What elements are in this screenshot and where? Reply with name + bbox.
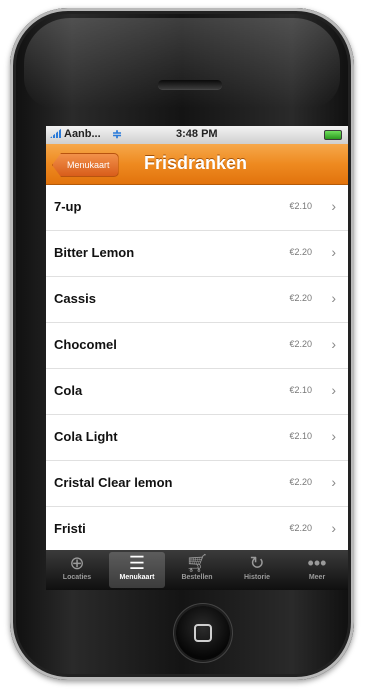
tab-meer[interactable]: ••• Meer: [289, 552, 345, 588]
item-name: Cristal Clear lemon: [54, 475, 173, 490]
item-price: €2.10: [289, 385, 312, 395]
item-name: Chocomel: [54, 337, 117, 352]
battery-icon: [324, 130, 342, 140]
wifi-icon: ≑: [112, 127, 123, 141]
item-name: Cola: [54, 383, 83, 398]
item-name: Cassis: [54, 291, 96, 306]
item-price: €2.10: [289, 201, 312, 211]
speaker-slot: [158, 80, 222, 89]
list-item[interactable]: Bitter Lemon €2.20 ›: [46, 231, 348, 277]
page-title: Frisdranken: [144, 153, 248, 173]
item-name: 7-up: [54, 199, 82, 214]
item-name: Fristi: [54, 521, 86, 536]
item-price: €2.20: [289, 247, 312, 257]
list-item[interactable]: Chocomel €2.20 ›: [46, 323, 348, 369]
glass-glare: [24, 18, 340, 108]
item-price: €2.20: [289, 339, 312, 349]
navigation-bar: Menukaart Frisdranken: [46, 144, 348, 185]
chevron-right-icon: ›: [331, 382, 336, 398]
chevron-right-icon: ›: [331, 428, 336, 444]
tab-menukaart[interactable]: ☰ Menukaart: [109, 552, 165, 588]
item-price: €2.20: [289, 523, 312, 533]
history-icon: ↻: [249, 553, 265, 573]
list-item[interactable]: Cola Light €2.10 ›: [46, 415, 348, 461]
chevron-right-icon: ›: [331, 474, 336, 490]
chevron-right-icon: ›: [331, 290, 336, 306]
more-icon: •••: [307, 553, 327, 573]
item-price: €2.20: [289, 293, 312, 303]
chevron-right-icon: ›: [331, 336, 336, 352]
status-bar: Aanb... ≑ 3:48 PM: [46, 126, 348, 144]
back-button[interactable]: Menukaart: [52, 153, 119, 177]
tab-bestellen[interactable]: 🛒︎ Bestellen: [169, 552, 225, 588]
drink-list: 7-up €2.10 › Bitter Lemon €2.20 › Cassis €2.2…: [46, 185, 348, 553]
item-name: Bitter Lemon: [54, 245, 135, 260]
list-item[interactable]: Cassis €2.20 ›: [46, 277, 348, 323]
list-item[interactable]: Fristi €2.20 ›: [46, 507, 348, 553]
chevron-right-icon: ›: [331, 244, 336, 260]
item-name: Cola Light: [54, 429, 118, 444]
home-square-icon: [194, 624, 212, 642]
item-price: €2.20: [289, 477, 312, 487]
tab-bar: ⊕ Locaties ☰ Menukaart 🛒︎ Bestellen ↻ Histor…: [46, 550, 348, 590]
signal-icon: [50, 128, 62, 138]
home-button[interactable]: [176, 606, 230, 660]
cart-icon: 🛒︎: [185, 553, 209, 573]
screen: Aanb... ≑ 3:48 PM Menukaart Frisdranken …: [46, 126, 348, 590]
list-item[interactable]: 7-up €2.10 ›: [46, 185, 348, 231]
carrier: Aanb...: [50, 128, 101, 140]
item-price: €2.10: [289, 431, 312, 441]
tab-historie[interactable]: ↻ Historie: [229, 552, 285, 588]
list-item[interactable]: Cola €2.10 ›: [46, 369, 348, 415]
menu-icon: ☰: [128, 553, 146, 573]
target-icon: ⊕: [69, 553, 85, 573]
clock: 3:48 PM: [176, 128, 218, 140]
list-item[interactable]: Cristal Clear lemon €2.20 ›: [46, 461, 348, 507]
chevron-right-icon: ›: [331, 520, 336, 536]
chevron-right-icon: ›: [331, 198, 336, 214]
tab-locaties[interactable]: ⊕ Locaties: [49, 552, 105, 588]
